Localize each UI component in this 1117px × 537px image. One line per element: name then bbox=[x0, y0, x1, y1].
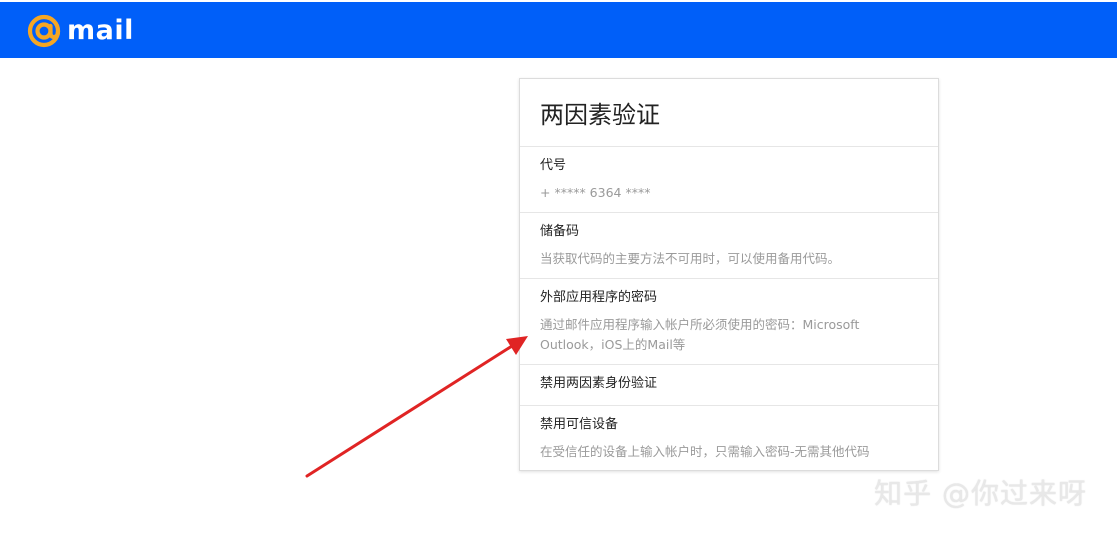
mail-logo[interactable]: mail bbox=[27, 14, 134, 48]
at-sign-icon bbox=[27, 14, 61, 48]
two-factor-settings-card: 两因素验证 代号 + ***** 6364 **** 储备码 当获取代码的主要方… bbox=[519, 78, 939, 471]
option-title: 禁用两因素身份验证 bbox=[540, 376, 658, 391]
option-description: 当获取代码的主要方法不可用时，可以使用备用代码。 bbox=[540, 251, 841, 266]
option-title: 代号 bbox=[540, 158, 567, 173]
option-title: 禁用可信设备 bbox=[540, 417, 619, 432]
option-title: 外部应用程序的密码 bbox=[540, 290, 658, 305]
option-code-phone[interactable]: 代号 + ***** 6364 **** bbox=[520, 147, 938, 213]
page-title: 两因素验证 bbox=[520, 79, 938, 147]
top-navigation-bar: mail bbox=[0, 2, 1117, 58]
option-title: 储备码 bbox=[540, 224, 580, 239]
option-disable-two-factor[interactable]: 禁用两因素身份验证 bbox=[520, 365, 938, 406]
option-description: 在受信任的设备上输入帐户时，只需输入密码-无需其他代码 bbox=[540, 444, 870, 459]
option-description: 通过邮件应用程序输入帐户所必须使用的密码：Microsoft Outlook，i… bbox=[540, 317, 860, 352]
option-backup-codes[interactable]: 储备码 当获取代码的主要方法不可用时，可以使用备用代码。 bbox=[520, 213, 938, 279]
option-description: + ***** 6364 **** bbox=[540, 185, 651, 200]
option-disable-trusted-devices[interactable]: 禁用可信设备 在受信任的设备上输入帐户时，只需输入密码-无需其他代码 bbox=[520, 406, 938, 471]
option-external-app-passwords[interactable]: 外部应用程序的密码 通过邮件应用程序输入帐户所必须使用的密码：Microsoft… bbox=[520, 279, 938, 365]
logo-text: mail bbox=[67, 15, 134, 46]
watermark-text: 知乎 @你过来呀 bbox=[874, 477, 1087, 510]
